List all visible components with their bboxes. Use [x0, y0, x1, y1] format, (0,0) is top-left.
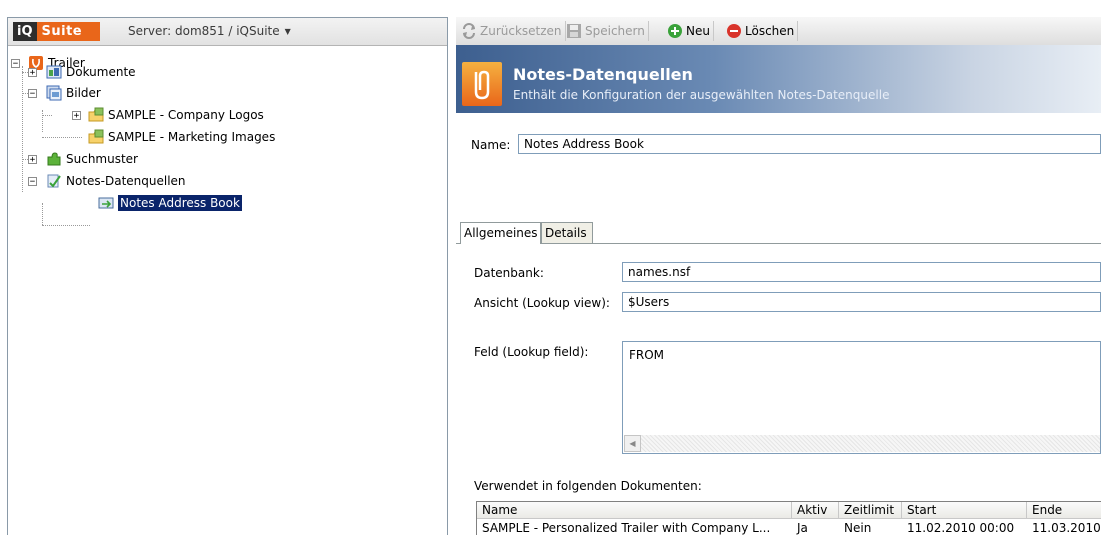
tree-item-label: Bilder: [66, 86, 101, 100]
expand-toggle[interactable]: +: [28, 155, 37, 165]
expand-toggle[interactable]: +: [28, 68, 37, 78]
pane-header: iQ Suite Server: dom851 / iQSuite ▼: [8, 18, 447, 46]
collapse-toggle[interactable]: −: [28, 89, 37, 99]
detail-pane: Zurücksetzen Speichern Neu Löschen Notes…: [456, 17, 1101, 535]
database-field[interactable]: names.nsf: [622, 262, 1101, 282]
tab-divider: [456, 243, 1101, 244]
tree-item-label: SAMPLE - Marketing Images: [108, 130, 276, 144]
navigation-pane: iQ Suite Server: dom851 / iQSuite ▼ − Tra…: [7, 17, 448, 535]
documents-icon: [46, 64, 62, 80]
lookup-field-textarea[interactable]: FROM ◀: [622, 341, 1101, 454]
reset-button[interactable]: Zurücksetzen: [458, 21, 566, 41]
new-button[interactable]: Neu: [664, 21, 714, 41]
tab-details[interactable]: Details: [541, 222, 593, 243]
collapse-toggle[interactable]: −: [11, 59, 20, 69]
section-banner: Notes-Datenquellen Enthält die Konfigura…: [456, 45, 1101, 113]
save-disk-icon: [566, 23, 582, 39]
tree-connector: [42, 225, 90, 226]
cell-ende: 11.03.2010: [1032, 521, 1101, 535]
remove-icon: [726, 23, 742, 39]
server-dropdown[interactable]: Server: dom851 / iQSuite ▼: [123, 22, 296, 41]
iqsuite-logo: iQ Suite: [13, 22, 100, 41]
tree-connector: [22, 66, 23, 192]
tab-allgemeines[interactable]: Allgemeines: [460, 222, 541, 244]
save-label: Speichern: [585, 24, 645, 38]
column-header-name[interactable]: Name: [477, 502, 792, 519]
expand-toggle[interactable]: +: [72, 111, 81, 121]
paperclip-icon: [462, 62, 502, 106]
tree-item-dokumente[interactable]: Dokumente: [46, 62, 136, 82]
name-field[interactable]: Notes Address Book: [518, 134, 1101, 154]
cell-zeitlimit: Nein: [844, 521, 872, 535]
puzzle-icon: [46, 151, 62, 167]
tree-item-label: Notes-Datenquellen: [66, 174, 186, 188]
view-label: Ansicht (Lookup view):: [474, 296, 610, 310]
tree-item-label: Notes Address Book: [118, 195, 242, 211]
delete-label: Löschen: [745, 24, 795, 38]
column-header-zeitlimit[interactable]: Zeitlimit: [839, 502, 902, 519]
tree-item-notes-address-book[interactable]: Notes Address Book: [98, 193, 242, 213]
logo-iq: iQ: [13, 22, 37, 41]
horizontal-scrollbar[interactable]: ◀: [624, 435, 1100, 452]
banner-subtitle: Enthält die Konfiguration der ausgewählt…: [513, 88, 890, 102]
name-label: Name:: [471, 138, 511, 152]
add-icon: [667, 23, 683, 39]
tree-item-notes-datenquellen[interactable]: Notes-Datenquellen: [46, 171, 186, 191]
tree-item-bilder[interactable]: Bilder: [46, 83, 101, 103]
tree-item-label: Dokumente: [66, 65, 136, 79]
refresh-icon: [461, 23, 477, 39]
cell-start: 11.02.2010 00:00: [907, 521, 1015, 535]
tree-connector: [42, 203, 43, 225]
column-header-start[interactable]: Start: [902, 502, 1027, 519]
database-label: Datenbank:: [474, 266, 544, 280]
tree-connector: [42, 110, 43, 132]
tree-connector: [42, 137, 82, 138]
column-header-aktiv[interactable]: Aktiv: [792, 502, 839, 519]
cell-name: SAMPLE - Personalized Trailer with Compa…: [482, 521, 771, 535]
tree-item-company-logos[interactable]: SAMPLE - Company Logos: [88, 105, 264, 125]
view-field[interactable]: $Users: [622, 292, 1101, 312]
delete-button[interactable]: Löschen: [723, 21, 799, 41]
datasource-form: Name: Notes Address Book Allgemeines Det…: [456, 114, 1101, 535]
datasource-icon: [46, 173, 62, 189]
tree-item-marketing-images[interactable]: SAMPLE - Marketing Images: [88, 127, 275, 147]
banner-title: Notes-Datenquellen: [513, 65, 693, 84]
documents-table: Name Aktiv Zeitlimit Start Ende SAMPLE -…: [476, 501, 1101, 535]
save-button[interactable]: Speichern: [563, 21, 649, 41]
scroll-left-icon[interactable]: ◀: [624, 435, 641, 452]
tree-item-suchmuster[interactable]: Suchmuster: [46, 149, 138, 169]
collapse-toggle[interactable]: −: [28, 177, 37, 187]
column-header-ende[interactable]: Ende: [1027, 502, 1101, 519]
address-book-icon: [98, 195, 114, 211]
reset-label: Zurücksetzen: [480, 24, 562, 38]
field-label: Feld (Lookup field):: [474, 345, 589, 359]
lookup-field-value: FROM: [629, 348, 665, 362]
images-icon: [46, 85, 62, 101]
server-label: Server: dom851 / iQSuite: [128, 24, 280, 38]
tree-connector: [42, 115, 52, 116]
folder-image-icon: [88, 129, 104, 145]
used-in-label: Verwendet in folgenden Dokumenten:: [474, 479, 702, 493]
new-label: Neu: [686, 24, 710, 38]
chevron-down-icon: ▼: [284, 27, 291, 36]
cell-aktiv: Ja: [797, 521, 808, 535]
logo-suite: Suite: [41, 24, 83, 39]
tree-item-label: Suchmuster: [66, 152, 138, 166]
toolbar: Zurücksetzen Speichern Neu Löschen: [456, 17, 1101, 46]
tree-item-label: SAMPLE - Company Logos: [108, 108, 264, 122]
folder-image-icon: [88, 107, 104, 123]
